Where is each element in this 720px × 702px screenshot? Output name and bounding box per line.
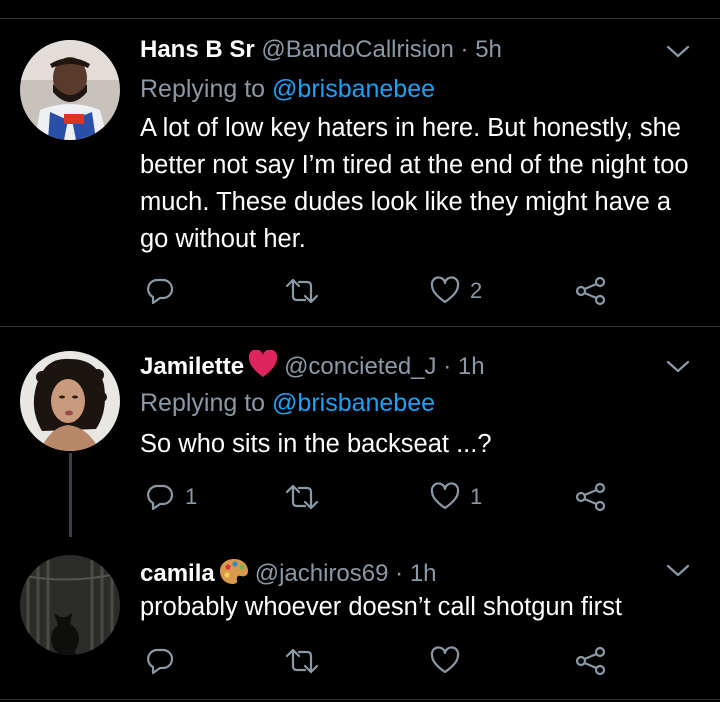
tweet-1[interactable]: Hans B Sr @BandoCallrision · 5h Replying… <box>0 0 720 327</box>
author-name[interactable]: Jamilette <box>140 353 244 380</box>
tweet-2[interactable]: Jamilette @concieted_J · 1h Replying to @… <box>0 327 720 537</box>
timestamp[interactable]: 1h <box>458 353 485 380</box>
tweet-text: probably whoever doesn’t call shotgun fi… <box>140 593 622 621</box>
heart-icon <box>430 646 460 674</box>
reply-icon <box>147 278 174 305</box>
retweet-icon <box>285 278 319 304</box>
red-heart-icon <box>248 349 278 386</box>
share-button[interactable] <box>575 480 607 514</box>
thread-connector-line <box>69 453 72 537</box>
like-button[interactable] <box>430 644 470 678</box>
tweet-text: A lot of low key haters in here. But hon… <box>140 114 689 253</box>
chevron-down-icon[interactable] <box>664 561 692 581</box>
like-count: 1 <box>470 484 483 509</box>
author-handle[interactable]: @jachiros69 <box>255 560 389 587</box>
retweet-button[interactable] <box>285 480 329 514</box>
share-button[interactable] <box>575 644 607 678</box>
tweet-header: Hans B Sr @BandoCallrision · 5h <box>140 35 502 65</box>
chevron-down-icon[interactable] <box>664 42 692 62</box>
timestamp[interactable]: 1h <box>410 560 437 587</box>
tweet-header: Jamilette @concieted_J · 1h <box>140 349 485 386</box>
like-button[interactable]: 1 <box>430 480 482 514</box>
share-icon <box>575 482 606 512</box>
replying-to-prefix: Replying to <box>140 389 266 417</box>
separator: · <box>443 353 452 380</box>
author-handle[interactable]: @BandoCallrision <box>261 36 453 63</box>
tweet-header: camila @jachiros69 · 1h <box>140 557 437 593</box>
replying-to-mention[interactable]: @brisbanebee <box>272 75 435 103</box>
action-bar: 2 <box>140 274 640 308</box>
share-icon <box>575 646 606 676</box>
chevron-down-icon[interactable] <box>664 357 692 377</box>
replying-to: Replying to @brisbanebee <box>140 387 435 419</box>
separator: · <box>460 36 469 63</box>
artist-palette-icon <box>219 557 249 593</box>
retweet-button[interactable] <box>285 274 329 308</box>
reply-button[interactable]: 1 <box>145 480 197 514</box>
author-name[interactable]: Hans B Sr <box>140 36 255 63</box>
heart-icon <box>430 276 460 304</box>
replying-to-mention[interactable]: @brisbanebee <box>272 389 435 417</box>
timestamp[interactable]: 5h <box>475 36 502 63</box>
avatar[interactable] <box>20 351 120 451</box>
separator: · <box>395 560 404 587</box>
divider <box>0 699 720 700</box>
heart-icon <box>430 482 460 510</box>
author-handle[interactable]: @concieted_J <box>284 353 436 380</box>
tweet-text: So who sits in the backseat ...? <box>140 430 492 458</box>
avatar[interactable] <box>20 555 120 655</box>
retweet-icon <box>285 648 319 674</box>
retweet-button[interactable] <box>285 644 329 678</box>
reply-button[interactable] <box>145 274 185 308</box>
tweet-3[interactable]: camila @jachiros69 · 1h probably whoever … <box>0 537 720 702</box>
replying-to: Replying to @brisbanebee <box>140 73 435 105</box>
action-bar: 1 1 <box>140 480 640 514</box>
reply-icon <box>147 484 174 511</box>
reply-button[interactable] <box>145 644 185 678</box>
avatar[interactable] <box>20 40 120 140</box>
retweet-icon <box>285 484 319 510</box>
share-icon <box>575 276 606 306</box>
like-button[interactable]: 2 <box>430 274 482 308</box>
replying-to-prefix: Replying to <box>140 75 266 103</box>
author-name[interactable]: camila <box>140 560 215 587</box>
like-count: 2 <box>470 278 483 303</box>
action-bar <box>140 644 640 678</box>
reply-count: 1 <box>185 484 198 509</box>
share-button[interactable] <box>575 274 607 308</box>
reply-icon <box>147 648 174 675</box>
